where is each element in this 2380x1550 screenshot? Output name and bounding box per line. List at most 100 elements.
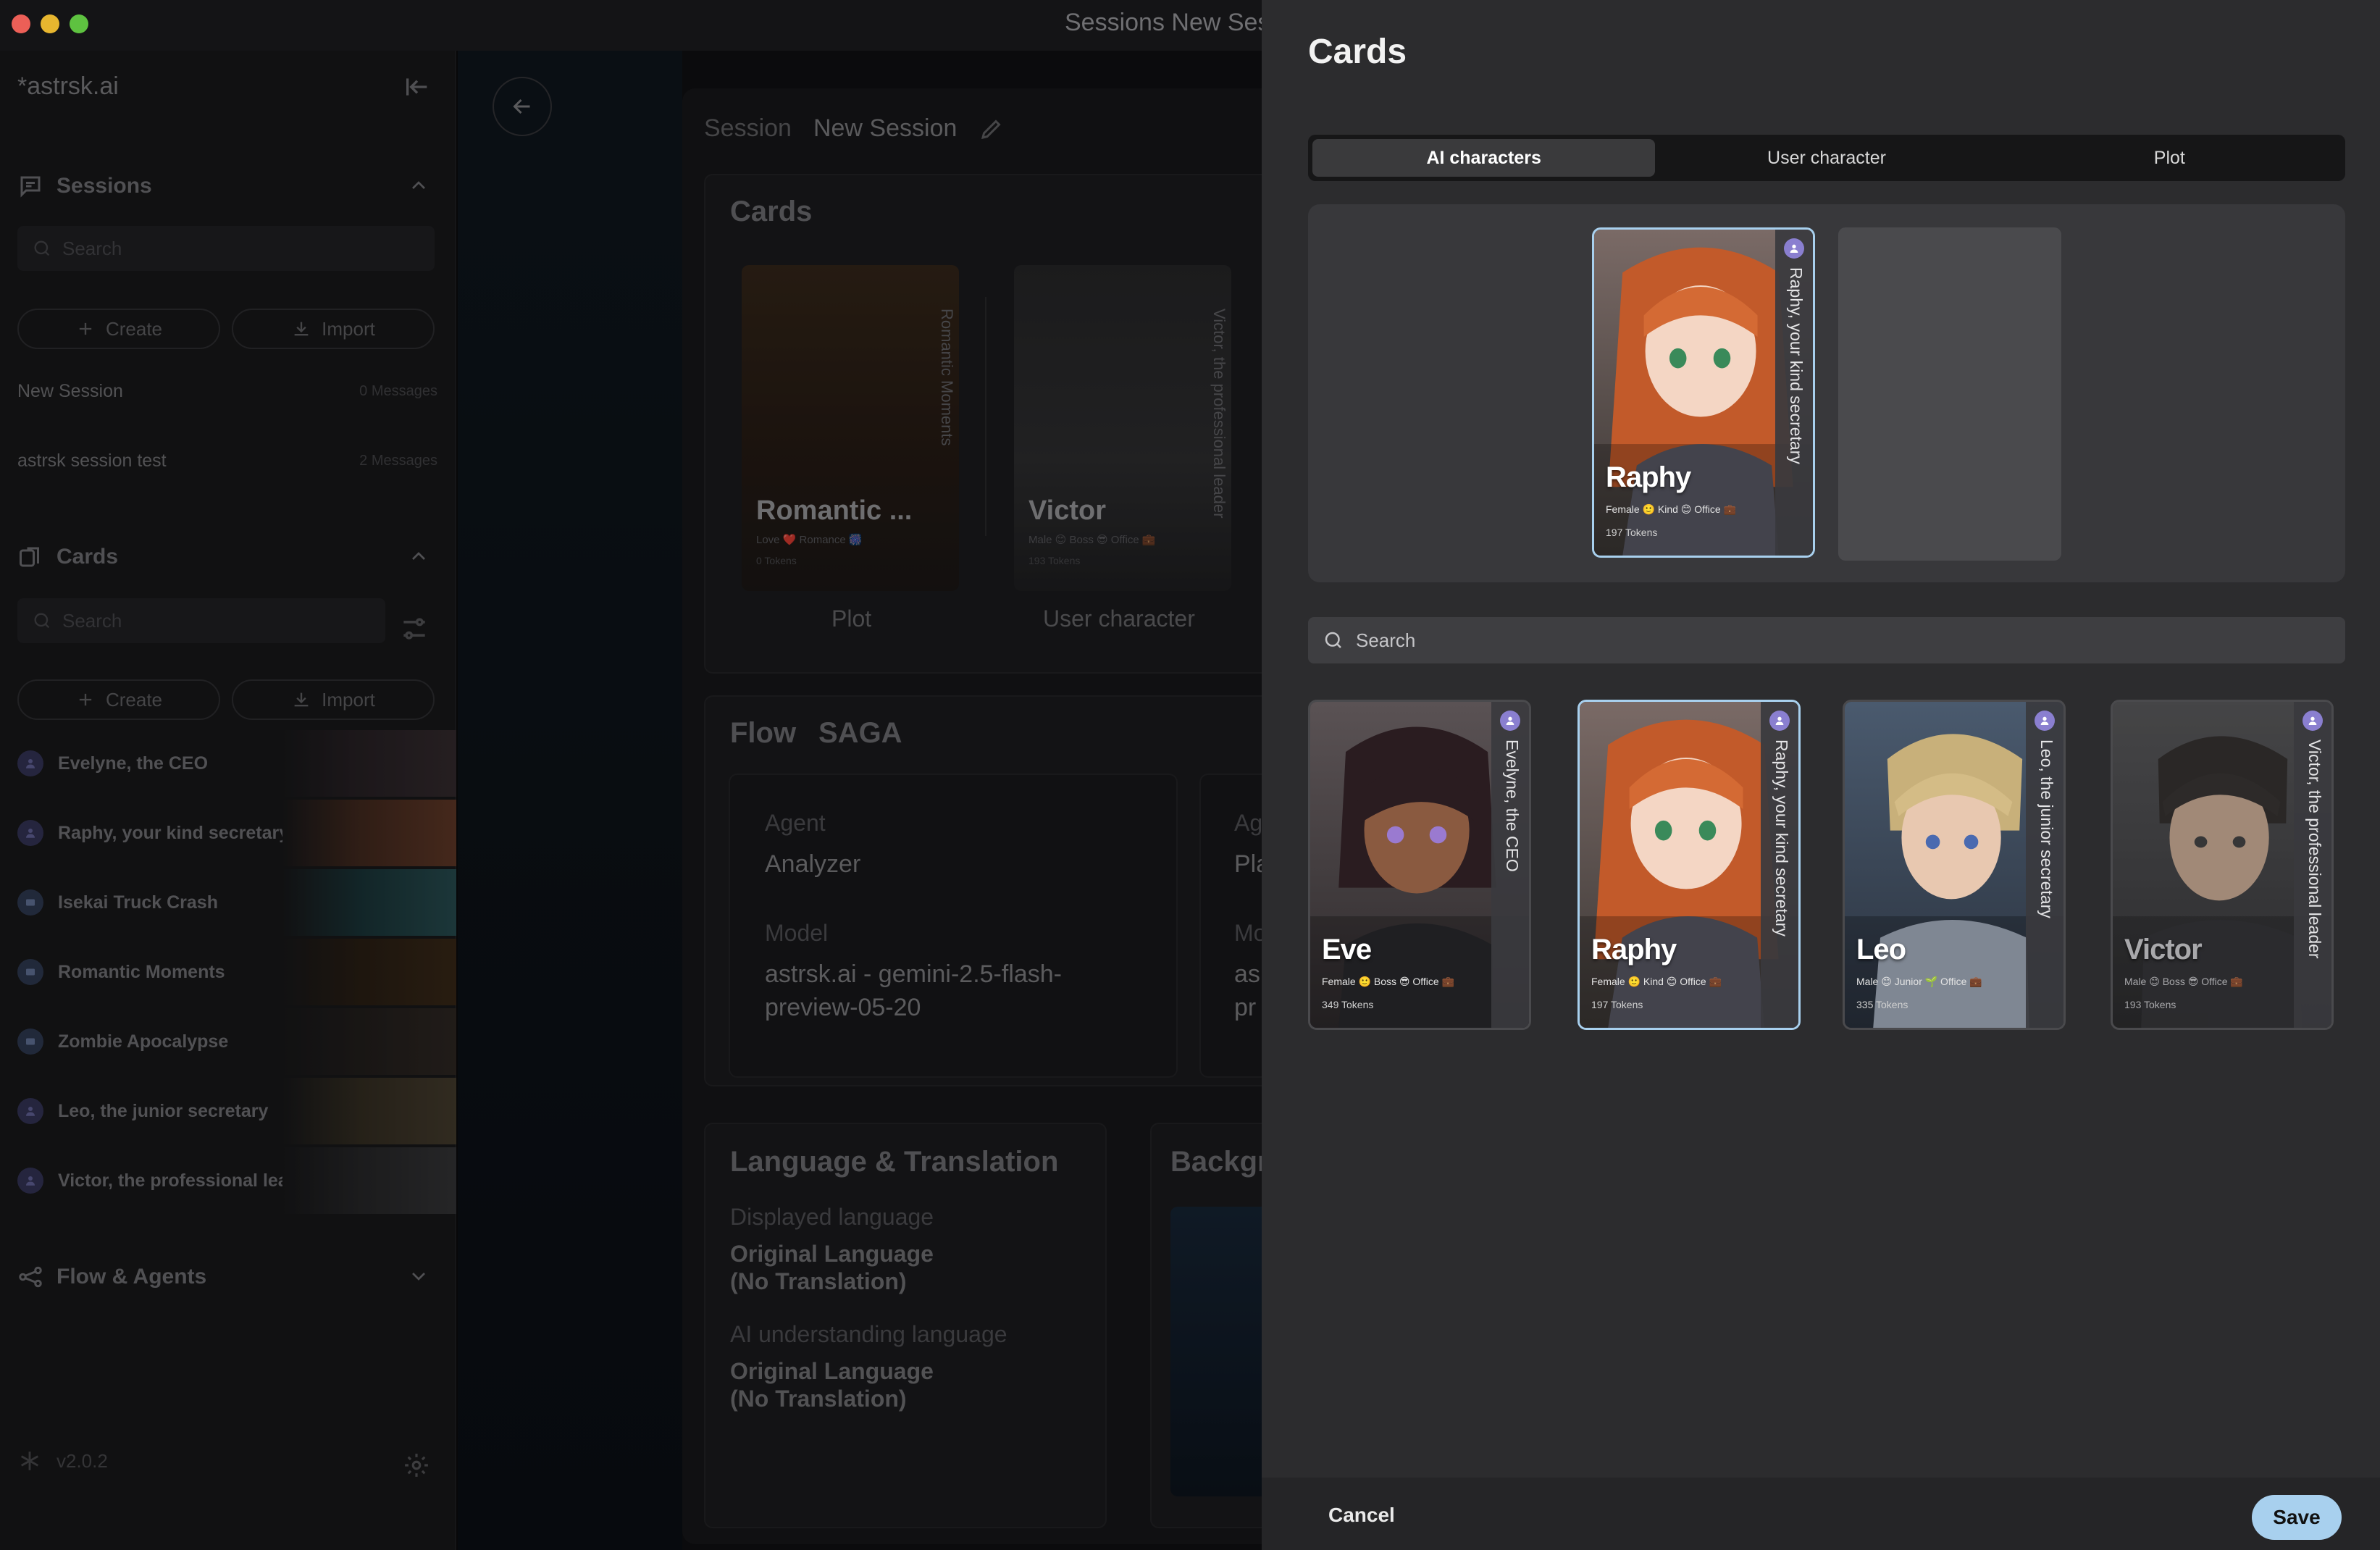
sidebar-card-item[interactable]: Evelyne, the CEO [0,730,456,797]
sidebar-card-item[interactable]: Romantic Moments [0,939,456,1005]
card-tags: Male 😊 Boss 😎 Office 💼 [2124,976,2243,987]
modal-search-input[interactable]: Search [1308,617,2345,663]
window-close-button[interactable] [12,14,30,33]
title-bar: Sessions New Session [0,0,1315,51]
card-tokens: 197 Tokens [1606,527,1658,538]
breadcrumb: Session New Session [704,114,1005,143]
session-list-item[interactable]: astrsk session test 2 Messages [17,446,437,475]
selected-cards-area: Raphy, your kind secretary Raphy Female … [1308,204,2345,582]
agent-value: Analyzer [765,850,861,878]
sessions-section-header[interactable]: Sessions [17,168,437,204]
card-thumbnail [282,730,456,797]
sidebar-card-item[interactable]: Victor, the professional leader [0,1147,456,1214]
card-victor[interactable]: Victor, the professional leader Victor M… [2111,700,2334,1030]
language-title: Language & Translation [730,1146,1059,1178]
save-button[interactable]: Save [2252,1495,2342,1540]
cards-search-input[interactable]: Search [17,598,385,643]
sidebar-card-item[interactable]: Leo, the junior secretary [0,1078,456,1144]
sidebar-card-item[interactable]: Raphy, your kind secretary [0,800,456,866]
session-list-item[interactable]: New Session 0 Messages [17,377,437,406]
card-name: Eve [1322,934,1372,965]
chevron-up-icon[interactable] [407,174,430,197]
card-tokens: 197 Tokens [1591,999,1643,1010]
card-raphy[interactable]: Raphy, your kind secretary Raphy Female … [1577,700,1801,1030]
modal-title: Cards [1308,33,1407,71]
background-thumbnail[interactable] [1170,1207,1262,1496]
sidebar-card-item[interactable]: Zombie Apocalypse [0,1008,456,1075]
import-session-label: Import [322,317,375,340]
app-logo: *astrsk.ai [17,72,119,100]
plot-card[interactable]: Romantic Moments Romantic ... Love ❤️ Ro… [742,265,959,591]
user-character-card[interactable]: Victor, the professional leader Victor M… [1014,265,1231,591]
sidebar: *astrsk.ai Sessions Search Create Import… [0,51,456,1550]
asterisk-logo-icon [20,1451,39,1470]
card-name: Raphy [1606,461,1691,493]
window-minimize-button[interactable] [41,14,59,33]
plot-card-tokens: 0 Tokens [756,555,797,566]
import-card-label: Import [322,688,375,711]
chevron-down-icon[interactable] [407,1265,430,1288]
displayed-language-label: Displayed language [730,1204,934,1230]
ai-language-label: AI understanding language [730,1321,1007,1347]
user-card-tags: Male 😊 Boss 😎 Office 💼 [1028,534,1156,546]
back-button[interactable] [493,77,552,136]
breadcrumb-session[interactable]: Session [704,114,792,143]
plus-icon [79,322,92,335]
import-session-button[interactable]: Import [232,309,435,349]
displayed-language-value[interactable]: Original Language (No Translation) [730,1240,962,1295]
user-character-label: User character [1043,606,1195,632]
plus-icon [79,693,92,706]
modal-footer: Cancel Save [1262,1478,2380,1550]
pencil-icon[interactable] [979,116,1005,142]
search-icon [34,240,50,256]
plot-card-tags: Love ❤️ Romance 🎆 [756,534,863,546]
filter-icon[interactable] [398,613,430,645]
cards-modal: Cards AI characters User character Plot [1262,0,2380,1550]
gear-icon[interactable] [403,1451,430,1479]
user-card-tokens: 193 Tokens [1028,555,1081,566]
sidebar-card-name: Leo, the junior secretary [58,1100,269,1121]
workflow-icon [19,1266,42,1288]
card-thumbnail [282,1008,456,1075]
ai-language-value[interactable]: Original Language (No Translation) [730,1357,962,1412]
flow-name: SAGA [818,717,902,749]
plot-avatar-icon [17,1029,43,1055]
model-label: Mo [1234,920,1262,946]
arrow-left-icon [513,99,530,114]
session-message-count: 0 Messages [359,382,437,399]
window-maximize-button[interactable] [70,14,88,33]
sidebar-card-name: Zombie Apocalypse [58,1031,229,1052]
card-tags: Female 🙂 Boss 😎 Office 💼 [1322,976,1455,987]
sessions-search-input[interactable]: Search [17,226,435,271]
create-session-button[interactable]: Create [17,309,220,349]
cards-section-title: Cards [56,545,119,569]
card-tags: Female 🙂 Kind 😊 Office 💼 [1606,503,1736,515]
cards-section-header[interactable]: Cards [17,539,437,575]
create-session-label: Create [105,317,163,340]
cancel-button[interactable]: Cancel [1328,1504,1395,1527]
sidebar-card-item[interactable]: Isekai Truck Crash [0,869,456,936]
chevron-up-icon[interactable] [407,545,430,568]
tab-user-character[interactable]: User character [1655,139,1998,177]
tab-ai-characters[interactable]: AI characters [1312,139,1656,177]
sidebar-card-name: Romantic Moments [58,961,225,982]
user-badge-icon [1784,238,1804,259]
card-eve[interactable]: Evelyne, the CEO Eve Female 🙂 Boss 😎 Off… [1308,700,1531,1030]
version-label: v2.0.2 [56,1449,108,1472]
search-icon [34,613,50,629]
card-tokens: 193 Tokens [2124,999,2176,1010]
sidebar-card-name: Evelyne, the CEO [58,753,209,774]
selected-card-raphy[interactable]: Raphy, your kind secretary Raphy Female … [1592,227,1815,558]
flow-section-header[interactable]: Flow & Agents [17,1259,437,1295]
card-leo[interactable]: Leo, the junior secretary Leo Male 😊 Jun… [1843,700,2066,1030]
import-card-button[interactable]: Import [232,679,435,720]
character-avatar-icon [17,820,43,846]
model-value: astrsk.ai - gemini-2.5-flash-preview-05-… [765,960,1063,1021]
plot-avatar-icon [17,889,43,916]
empty-card-slot[interactable] [1838,227,2061,561]
breadcrumb-session-name: New Session [813,114,958,142]
tab-plot[interactable]: Plot [1998,139,2341,177]
background-title: Backgr [1170,1146,1262,1178]
collapse-sidebar-icon[interactable] [403,72,432,101]
create-card-button[interactable]: Create [17,679,220,720]
